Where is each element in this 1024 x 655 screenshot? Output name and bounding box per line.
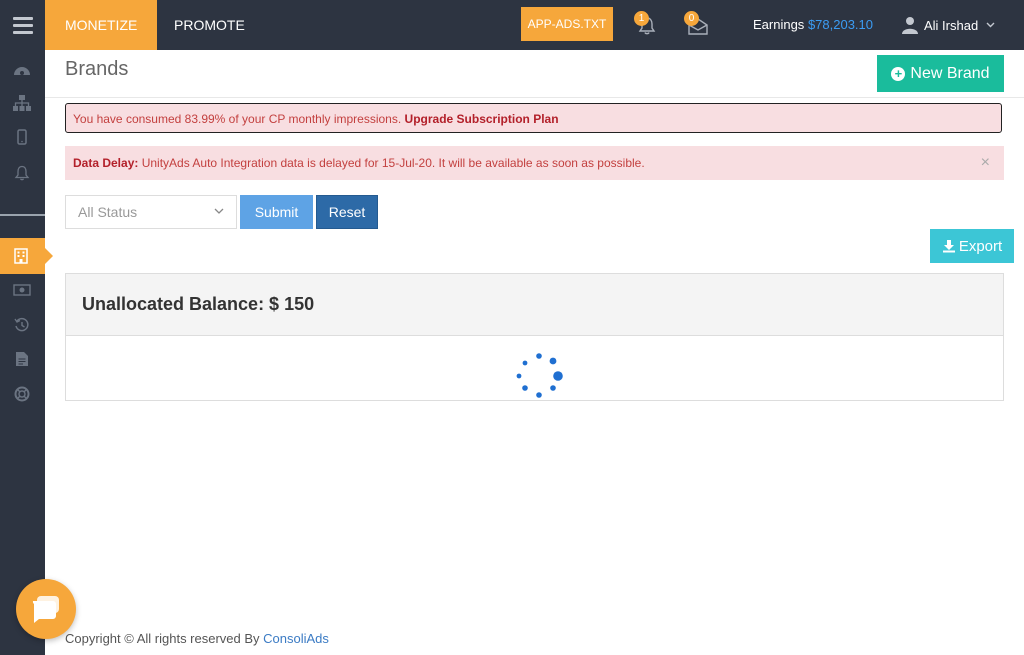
user-menu[interactable]: Ali Irshad (902, 14, 995, 36)
upgrade-plan-link[interactable]: Upgrade Subscription Plan (405, 112, 559, 126)
data-delay-label: Data Delay: (73, 156, 139, 170)
loading-spinner-icon (516, 353, 563, 398)
sidebar-item-mobile[interactable] (12, 128, 32, 146)
sidebar-item-sitemap[interactable] (12, 94, 32, 112)
export-label: Export (958, 237, 1003, 255)
app-ads-txt-button[interactable]: APP-ADS.TXT (521, 7, 613, 41)
balance-panel: Unallocated Balance: $ 150 (65, 273, 1004, 401)
footer: Copyright © All rights reserved By Conso… (65, 631, 329, 646)
reset-button[interactable]: Reset (316, 195, 378, 229)
document-icon (16, 352, 28, 366)
close-icon[interactable]: × (981, 146, 990, 180)
unallocated-balance-title: Unallocated Balance: $ 150 (82, 294, 315, 314)
sidebar (0, 50, 53, 655)
plus-circle-icon: + (891, 66, 906, 81)
chat-icon (32, 596, 59, 623)
dashboard-icon (14, 67, 30, 75)
menu-toggle-button[interactable] (0, 0, 45, 50)
download-icon (942, 240, 955, 253)
user-icon (902, 17, 918, 34)
mobile-icon (17, 129, 27, 145)
tab-promote[interactable]: PROMOTE (154, 0, 265, 50)
status-filter-value: All Status (78, 204, 138, 220)
chat-button[interactable] (16, 579, 76, 639)
chevron-down-icon (986, 22, 995, 28)
notification-count-badge: 1 (634, 11, 649, 26)
hamburger-icon (12, 15, 33, 36)
history-icon (14, 317, 29, 332)
tab-monetize[interactable]: MONETIZE (45, 0, 158, 50)
sidebar-divider (0, 214, 45, 216)
earnings-amount: $78,203.10 (807, 17, 874, 32)
message-count-badge: 0 (684, 11, 699, 26)
sidebar-item-payments[interactable] (12, 281, 32, 299)
earnings-display: Earnings $78,203.10 (753, 17, 873, 32)
new-brand-button[interactable]: + New Brand (877, 55, 1004, 92)
new-brand-label: New Brand (910, 64, 990, 82)
impressions-alert: You have consumed 83.99% of your CP mont… (65, 103, 1002, 133)
consoliads-link[interactable]: ConsoliAds (263, 631, 329, 646)
sidebar-item-dashboard[interactable] (12, 60, 32, 78)
data-delay-alert: Data Delay: UnityAds Auto Integration da… (65, 146, 1004, 180)
status-filter-select[interactable]: All Status (65, 195, 237, 229)
notifications-button[interactable]: 1 (634, 11, 660, 38)
submit-button[interactable]: Submit (240, 195, 313, 229)
sitemap-icon (13, 95, 31, 111)
export-button[interactable]: Export (930, 229, 1014, 263)
data-delay-text: UnityAds Auto Integration data is delaye… (138, 156, 645, 170)
impressions-alert-text: You have consumed 83.99% of your CP mont… (73, 112, 405, 126)
copyright-text: Copyright © All rights reserved By (65, 631, 264, 646)
user-name: Ali Irshad (924, 17, 979, 33)
lifebuoy-icon (14, 386, 30, 402)
sidebar-item-brands[interactable] (0, 238, 53, 274)
title-divider (45, 97, 1024, 98)
sidebar-item-reports[interactable] (12, 350, 32, 368)
sidebar-item-support[interactable] (12, 385, 32, 403)
page-title: Brands (65, 58, 129, 80)
building-icon (14, 248, 28, 264)
top-navbar: MONETIZE PROMOTE APP-ADS.TXT 1 0 Earning… (0, 0, 1024, 50)
balance-panel-header: Unallocated Balance: $ 150 (66, 274, 1003, 336)
chevron-down-icon (214, 208, 224, 214)
money-icon (13, 284, 31, 296)
earnings-label: Earnings (753, 17, 805, 32)
sidebar-item-history[interactable] (12, 316, 32, 334)
messages-button[interactable]: 0 (684, 11, 710, 38)
bell-icon (14, 165, 30, 181)
sidebar-item-notifications[interactable] (12, 164, 32, 182)
